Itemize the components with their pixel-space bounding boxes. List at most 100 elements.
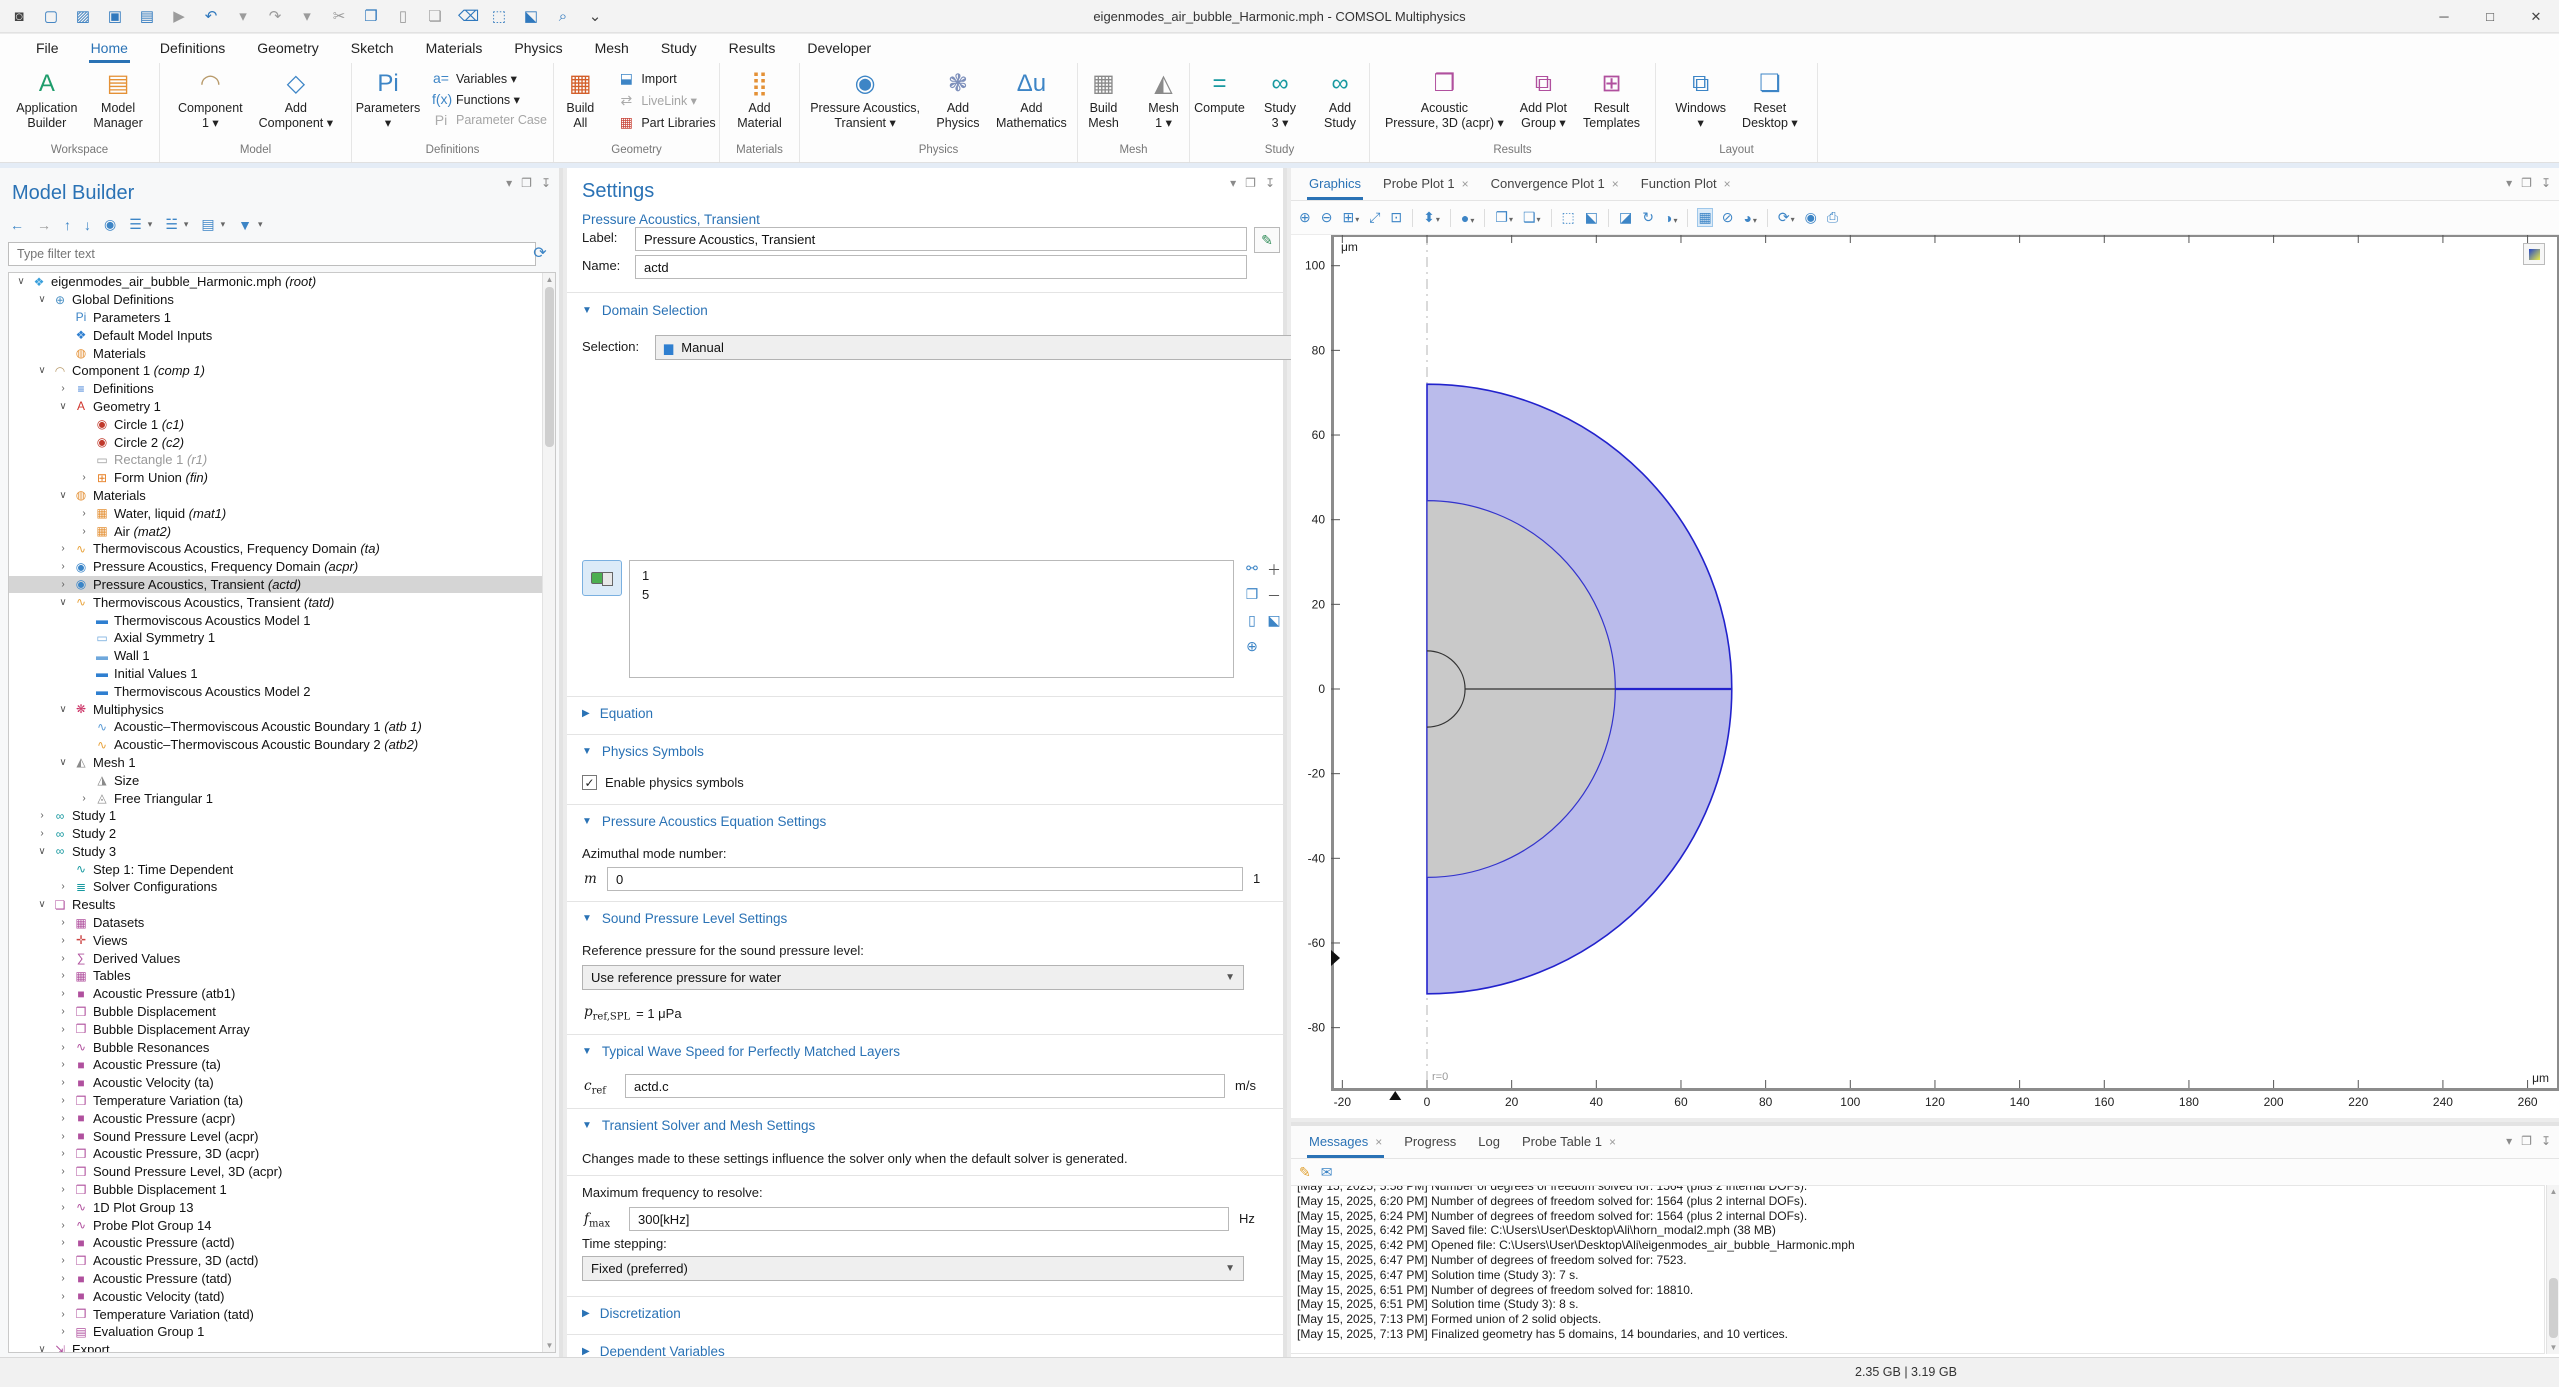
expand-icon[interactable]: ›	[55, 1291, 71, 1302]
tree-item[interactable]: ∿Acoustic–Thermoviscous Acoustic Boundar…	[9, 718, 555, 736]
scroll-up-icon[interactable]: ▲	[2547, 1185, 2559, 1198]
tree-item[interactable]: ∨∿Thermoviscous Acoustics, Transient (ta…	[9, 593, 555, 611]
tree-item[interactable]: ▬Initial Values 1	[9, 665, 555, 683]
pin-panel-icon[interactable]: ↧	[541, 176, 551, 190]
tree-item[interactable]: ◉Circle 1 (c1)	[9, 415, 555, 433]
add-material-button[interactable]: ⣿AddMaterial	[730, 67, 788, 133]
float-panel-icon[interactable]: ❐	[2521, 176, 2532, 190]
scroll-down-icon[interactable]: ▼	[543, 1339, 556, 1352]
zoom-extents-icon[interactable]: ⤢	[1369, 209, 1380, 226]
expand-icon[interactable]: ›	[55, 988, 71, 999]
section-spl-settings[interactable]: ▼Sound Pressure Level Settings	[582, 911, 787, 926]
tree-item[interactable]: ›❒Temperature Variation (ta)	[9, 1092, 555, 1110]
link-selection-icon[interactable]: ⚯	[1241, 560, 1263, 586]
build-mesh-button[interactable]: ▦BuildMesh	[1075, 67, 1133, 133]
expand-icon[interactable]: ›	[55, 1220, 71, 1231]
cref-input[interactable]	[625, 1074, 1225, 1098]
tab-messages[interactable]: Messages×	[1299, 1127, 1392, 1158]
color-theme-icon[interactable]: ◕▾	[1743, 210, 1756, 226]
enable-physics-symbols-checkbox[interactable]: ✓	[582, 775, 597, 790]
select-color-icon[interactable]: ●▾	[1461, 210, 1474, 226]
tree-item[interactable]: ∨❋Multiphysics	[9, 700, 555, 718]
add-physics-button[interactable]: ❃AddPhysics	[929, 67, 987, 133]
image-3d-icon[interactable]: ❑▾	[1523, 209, 1541, 226]
panel-menu-icon[interactable]: ▾	[2506, 176, 2512, 190]
close-tab-icon[interactable]: ×	[1375, 1135, 1382, 1149]
tree-item[interactable]: ▬Wall 1	[9, 647, 555, 665]
add-mathematics-button[interactable]: ΔuAddMathematics	[989, 67, 1074, 133]
minimize-button[interactable]: ─	[2421, 0, 2467, 33]
tree-item[interactable]: ›∿1D Plot Group 13	[9, 1198, 555, 1216]
copy-selection-icon[interactable]: ❐	[1241, 586, 1263, 612]
run-icon[interactable]: ▶	[170, 7, 188, 25]
tree-item[interactable]: ◮Size	[9, 771, 555, 789]
ribbon-tab-materials[interactable]: Materials	[412, 36, 497, 62]
forward-icon[interactable]: →	[37, 217, 51, 233]
maximize-button[interactable]: □	[2467, 0, 2513, 33]
expand-icon[interactable]: ›	[55, 1006, 71, 1017]
move-down-icon[interactable]: ↓	[84, 217, 91, 233]
active-toggle-button[interactable]	[582, 560, 622, 596]
tab-graphics[interactable]: Graphics	[1299, 169, 1371, 200]
panel-menu-icon[interactable]: ▾	[1230, 176, 1236, 190]
float-panel-icon[interactable]: ❐	[1245, 176, 1256, 190]
tree-item[interactable]: ›■Acoustic Pressure (ta)	[9, 1056, 555, 1074]
comsol-logo-icon[interactable]: ◙	[10, 8, 28, 25]
close-tab-icon[interactable]: ×	[1462, 177, 1469, 191]
select-box-icon[interactable]: ⬚	[490, 7, 508, 25]
tree-item[interactable]: ›≣Solver Configurations	[9, 878, 555, 896]
expand-icon[interactable]: ›	[34, 810, 50, 821]
close-tab-icon[interactable]: ×	[1612, 177, 1619, 191]
tree-item[interactable]: ›❒Acoustic Pressure, 3D (actd)	[9, 1252, 555, 1270]
ribbon-tab-developer[interactable]: Developer	[793, 36, 885, 62]
expand-icon[interactable]: ›	[55, 1077, 71, 1088]
zoom-box-icon[interactable]: ⊞▾	[1342, 209, 1359, 226]
collapse-icon[interactable]: ∨	[34, 846, 50, 857]
expand-icon[interactable]: ›	[55, 1095, 71, 1106]
ribbon-tab-results[interactable]: Results	[715, 36, 790, 62]
tree-item[interactable]: ›■Acoustic Pressure (actd)	[9, 1234, 555, 1252]
tab-probe-table-1[interactable]: Probe Table 1×	[1512, 1127, 1626, 1158]
cut-icon[interactable]: ✂	[330, 7, 348, 25]
tree-item[interactable]: ›∿Bubble Resonances	[9, 1038, 555, 1056]
add-plot-group-button[interactable]: ⧉Add PlotGroup ▾	[1513, 67, 1574, 133]
new-file-icon[interactable]: ▢	[42, 7, 60, 25]
expand-icon[interactable]: ›	[55, 881, 71, 892]
save-as-icon[interactable]: ▤	[138, 7, 156, 25]
expand-icon[interactable]: ›	[55, 1202, 71, 1213]
collapse-icon[interactable]: ∨	[34, 1344, 50, 1353]
paste-selection-icon[interactable]: ▯	[1241, 612, 1263, 638]
close-tab-icon[interactable]: ×	[1609, 1135, 1616, 1149]
collapse-icon[interactable]: ∨	[34, 365, 50, 376]
tree-item[interactable]: ›■Sound Pressure Level (acpr)	[9, 1127, 555, 1145]
tree-item[interactable]: ∨AGeometry 1	[9, 398, 555, 416]
build-all-button[interactable]: ▦BuildAll	[551, 67, 609, 133]
find-icon[interactable]: ⌕	[554, 8, 572, 25]
redo-icon[interactable]: ↷	[266, 7, 284, 25]
tree-scrollbar[interactable]: ▲ ▼	[542, 273, 555, 1352]
fmax-input[interactable]	[629, 1207, 1229, 1231]
collapse-icon[interactable]: ∨	[34, 294, 50, 305]
tree-item[interactable]: ›■Acoustic Velocity (tatd)	[9, 1287, 555, 1305]
tree-item[interactable]: ›✛Views	[9, 931, 555, 949]
tree-item[interactable]: ›■Acoustic Pressure (tatd)	[9, 1270, 555, 1288]
expand-icon[interactable]: ›	[55, 1184, 71, 1195]
tree-item[interactable]: ›∞Study 1	[9, 807, 555, 825]
tree-item[interactable]: ›❒Sound Pressure Level, 3D (acpr)	[9, 1163, 555, 1181]
tab-convergence-plot-1[interactable]: Convergence Plot 1×	[1481, 169, 1629, 200]
tree-item[interactable]: ›▦Water, liquid (mat1)	[9, 504, 555, 522]
tree-item[interactable]: ›≡Definitions	[9, 380, 555, 398]
rename-label-icon[interactable]: ✎	[1254, 227, 1280, 253]
save-icon[interactable]: ▣	[106, 7, 124, 25]
tree-item[interactable]: ›❒Acoustic Pressure, 3D (acpr)	[9, 1145, 555, 1163]
delete-icon[interactable]: ⌫	[458, 7, 476, 25]
functions-button[interactable]: f(x)Functions ▾	[426, 90, 553, 108]
tree-item[interactable]: ∨◭Mesh 1	[9, 754, 555, 772]
selection-list-item[interactable]: 5	[642, 585, 1233, 604]
close-tab-icon[interactable]: ×	[1724, 177, 1731, 191]
section-discretization[interactable]: ▶Discretization	[582, 1306, 681, 1321]
study-3-button[interactable]: ∞Study3 ▾	[1251, 67, 1309, 133]
collapse-icon[interactable]: ∨	[34, 899, 50, 910]
orbit-icon[interactable]: ↻	[1642, 209, 1654, 226]
tree-item[interactable]: ◍Materials	[9, 344, 555, 362]
